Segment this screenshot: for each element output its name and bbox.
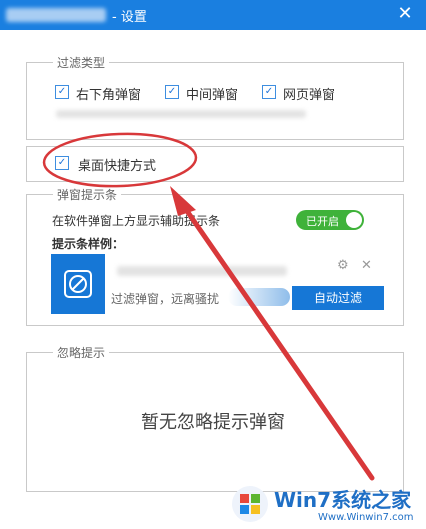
popup-bar-toggle[interactable]: 已开启 [296, 210, 364, 230]
watermark-brand: Win7系统之家 [274, 488, 412, 512]
ignore-empty-text: 暂无忽略提示弹窗 [141, 412, 285, 433]
checkbox-desktop-shortcut[interactable]: ✓ [55, 156, 69, 170]
auto-filter-button[interactable]: 自动过滤 [292, 286, 384, 310]
dismiss-icon[interactable]: ✕ [361, 258, 372, 273]
sample-heading: 提示条样例： [52, 237, 125, 251]
checkbox-bottom-right-popup[interactable]: ✓ [55, 85, 69, 99]
checkbox-desktop-shortcut-label[interactable]: 桌面快捷方式 [78, 155, 156, 174]
toggle-label: 已开启 [306, 215, 339, 228]
windows-logo-icon [232, 486, 268, 522]
close-button[interactable]: ✕ [394, 3, 416, 25]
ignore-legend: 忽略提示 [57, 346, 106, 360]
title-bar: - 设置 ✕ [0, 0, 426, 30]
redacted-row [56, 110, 306, 118]
filter-type-legend: 过滤类型 [57, 56, 106, 70]
redacted-sample-title [117, 266, 287, 276]
checkbox-web-popup-label[interactable]: 网页弹窗 [283, 84, 335, 103]
toggle-knob [346, 212, 362, 228]
app-name-redacted [6, 8, 106, 22]
checkbox-bottom-right-popup-label[interactable]: 右下角弹窗 [76, 84, 141, 103]
checkbox-web-popup[interactable]: ✓ [262, 85, 276, 99]
checkbox-center-popup[interactable]: ✓ [165, 85, 179, 99]
watermark-url: Www.Winwin7.com [318, 512, 414, 523]
settings-icon[interactable]: ⚙ [337, 258, 349, 273]
block-popup-icon [51, 254, 105, 314]
popup-bar-legend: 弹窗提示条 [57, 188, 118, 202]
window-title: - 设置 [112, 10, 147, 25]
checkbox-center-popup-label[interactable]: 中间弹窗 [186, 84, 238, 103]
sample-subtitle: 过滤弹窗，远离骚扰 [111, 292, 220, 306]
popup-bar-description: 在软件弹窗上方显示辅助提示条 [52, 214, 221, 228]
watermark: Win7系统之家 Www.Winwin7.com [228, 478, 426, 529]
sample-bar-gradient [228, 288, 290, 306]
